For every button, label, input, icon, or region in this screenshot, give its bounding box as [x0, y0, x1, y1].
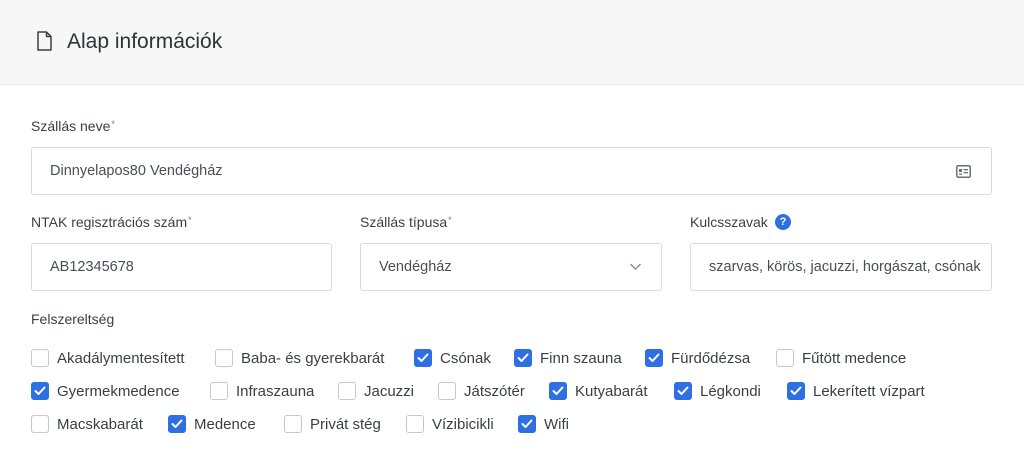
amenity-label: Gyermekmedence	[57, 382, 180, 400]
amenity-checkbox-item[interactable]: Infraszauna	[210, 381, 314, 401]
checkbox-unchecked[interactable]	[776, 349, 794, 367]
checkbox-checked[interactable]	[787, 382, 805, 400]
amenity-label: Baba- és gyerekbarát	[241, 349, 385, 367]
chevron-down-icon	[630, 263, 641, 270]
amenity-label: Infraszauna	[236, 382, 315, 400]
checkmark-icon	[34, 386, 46, 395]
checkbox-checked[interactable]	[31, 382, 49, 400]
checkmark-icon	[677, 386, 689, 395]
amenity-label: Légkondi	[700, 382, 761, 400]
amenity-checkbox-item[interactable]: Csónak	[414, 348, 491, 368]
amenity-label: Fürdődézsa	[671, 349, 751, 367]
checkmark-icon	[521, 419, 533, 428]
amenity-label: Finn szauna	[540, 349, 622, 367]
amenity-checkbox-item[interactable]: Fürdődézsa	[645, 348, 750, 368]
keywords-value: szarvas, körös, jacuzzi, horgászat, csón…	[709, 259, 981, 275]
checkbox-unchecked[interactable]	[438, 382, 456, 400]
checkbox-checked[interactable]	[518, 415, 536, 433]
amenity-checkbox-item[interactable]: Gyermekmedence	[31, 381, 180, 401]
checkbox-unchecked[interactable]	[210, 382, 228, 400]
checkmark-icon	[790, 386, 802, 395]
amenity-label: Akadálymentesített	[57, 349, 185, 367]
amenity-label: Fűtött medence	[802, 349, 907, 367]
amenity-label: Lekerített vízpart	[813, 382, 925, 400]
amenity-checkbox-item[interactable]: Fűtött medence	[776, 348, 906, 368]
amenity-checkbox-item[interactable]: Wifi	[518, 414, 569, 434]
amenity-checkbox-item[interactable]: Légkondi	[674, 381, 761, 401]
checkbox-unchecked[interactable]	[31, 415, 49, 433]
amenity-label: Vízibicikli	[432, 415, 494, 433]
section-title: Alap információk	[67, 30, 223, 53]
checkmark-icon	[171, 419, 183, 428]
checkbox-unchecked[interactable]	[406, 415, 424, 433]
checkbox-checked[interactable]	[514, 349, 532, 367]
checkmark-icon	[648, 353, 660, 362]
name-label: Szállás neve*	[31, 118, 115, 134]
type-value: Vendégház	[379, 259, 452, 275]
checkmark-icon	[552, 386, 564, 395]
checkbox-unchecked[interactable]	[31, 349, 49, 367]
ntak-label: NTAK regisztrációs szám*	[31, 214, 192, 230]
amenity-label: Macskabarát	[57, 415, 143, 433]
amenity-checkbox-item[interactable]: Privát stég	[284, 414, 381, 434]
amenity-checkbox-item[interactable]: Medence	[168, 414, 256, 434]
amenity-label: Jacuzzi	[364, 382, 415, 400]
amenity-checkbox-item[interactable]: Finn szauna	[514, 348, 622, 368]
amenity-label: Játszótér	[464, 382, 525, 400]
ntak-input[interactable]: AB12345678	[31, 243, 332, 291]
document-icon	[37, 31, 52, 51]
amenity-checkbox-item[interactable]: Baba- és gyerekbarát	[215, 348, 384, 368]
checkmark-icon	[517, 353, 529, 362]
card-header: Alap információk	[0, 0, 1024, 85]
amenity-checkbox-item[interactable]: Játszótér	[438, 381, 525, 401]
amenity-checkbox-item[interactable]: Kutyabarát	[549, 381, 648, 401]
checkbox-checked[interactable]	[674, 382, 692, 400]
amenity-label: Kutyabarát	[575, 382, 648, 400]
id-card-icon	[956, 165, 971, 178]
amenity-label: Csónak	[440, 349, 491, 367]
type-select[interactable]: Vendégház	[360, 243, 662, 291]
checkbox-checked[interactable]	[168, 415, 186, 433]
amenity-checkbox-item[interactable]: Macskabarát	[31, 414, 143, 434]
type-label: Szállás típusa*	[360, 214, 452, 230]
amenity-label: Medence	[194, 415, 256, 433]
name-value: Dinnyelapos80 Vendégház	[50, 163, 223, 179]
amenity-label: Privát stég	[310, 415, 381, 433]
amenity-checkbox-item[interactable]: Vízibicikli	[406, 414, 494, 434]
amenities-label: Felszereltség	[31, 311, 115, 327]
amenity-checkbox-item[interactable]: Akadálymentesített	[31, 348, 185, 368]
checkbox-checked[interactable]	[645, 349, 663, 367]
checkbox-checked[interactable]	[549, 382, 567, 400]
checkbox-unchecked[interactable]	[284, 415, 302, 433]
amenity-checkbox-item[interactable]: Lekerített vízpart	[787, 381, 925, 401]
keywords-input[interactable]: szarvas, körös, jacuzzi, horgászat, csón…	[690, 243, 992, 291]
amenity-label: Wifi	[544, 415, 569, 433]
help-icon[interactable]: ?	[775, 214, 791, 230]
checkbox-unchecked[interactable]	[215, 349, 233, 367]
ntak-value: AB12345678	[50, 259, 134, 275]
name-input[interactable]: Dinnyelapos80 Vendégház	[31, 147, 992, 195]
checkmark-icon	[417, 353, 429, 362]
keywords-label: Kulcsszavak	[690, 214, 768, 230]
amenity-checkbox-item[interactable]: Jacuzzi	[338, 381, 414, 401]
checkbox-checked[interactable]	[414, 349, 432, 367]
checkbox-unchecked[interactable]	[338, 382, 356, 400]
